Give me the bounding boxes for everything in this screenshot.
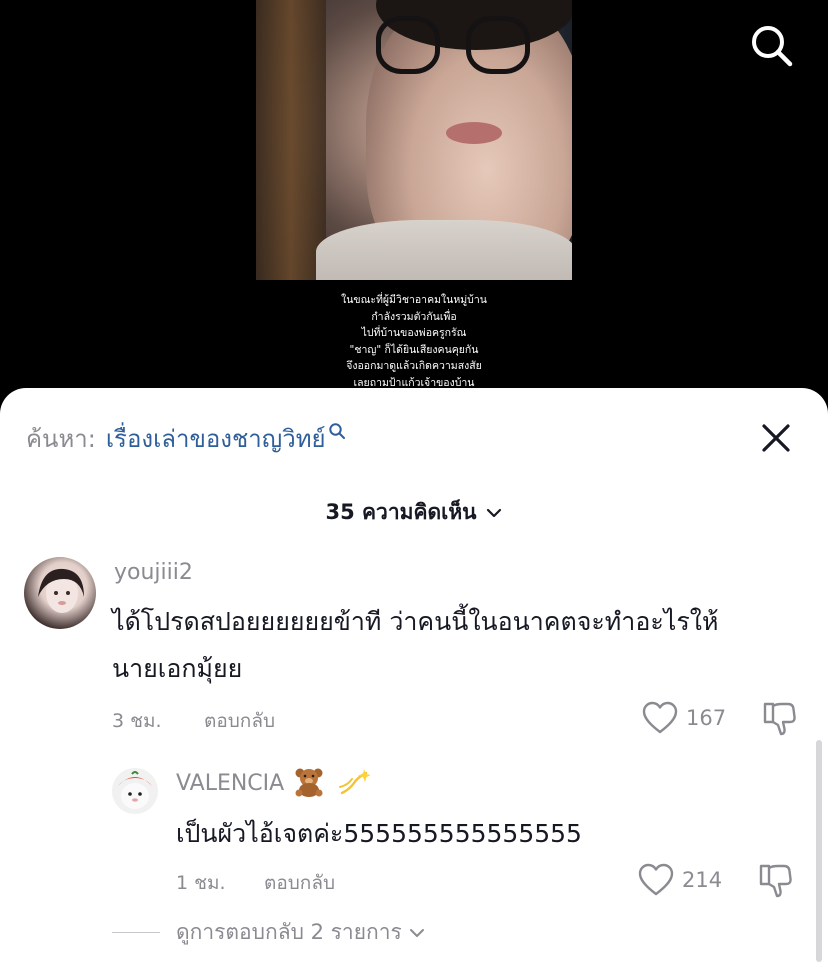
reply-button[interactable]: ตอบกลับ (264, 868, 335, 898)
dizzy-icon (339, 769, 371, 795)
reply-item: VALENCIA เป็นผัวไอ้เจตค่ะ555555555555555… (0, 388, 828, 908)
caption-line: จึงออกมาดูแล้วเกิดความสงสัย (346, 360, 482, 372)
video-caption: ในขณะที่ผู้มีวิชาอาคมในหมู่บ้าน กำลังรวม… (300, 292, 528, 391)
scrollbar[interactable] (816, 740, 822, 962)
video-player[interactable]: ในขณะที่ผู้มีวิชาอาคมในหมู่บ้าน กำลังรวม… (0, 0, 828, 400)
dislike-icon[interactable] (756, 862, 794, 900)
like-count: 214 (682, 868, 723, 892)
heart-icon (638, 863, 674, 896)
search-icon[interactable] (748, 22, 794, 68)
reply-timestamp: 1 ชม. (176, 872, 226, 894)
reply-username[interactable]: VALENCIA (176, 768, 371, 797)
like-button[interactable]: 214 (638, 863, 722, 897)
caption-line: "ชาญ" ก็ได้ยินเสียงคนคุยกัน (349, 343, 479, 356)
comments-sheet: ค้นหา: เรื่องเล่าของชาญวิทย์ 35 ความคิดเ… (0, 388, 828, 975)
teddy-bear-icon (295, 768, 323, 797)
view-replies-button[interactable]: ดูการตอบกลับ 2 รายการ (112, 916, 426, 949)
chevron-down-icon (409, 928, 424, 937)
caption-line: ในขณะที่ผู้มีวิชาอาคมในหมู่บ้าน (341, 294, 487, 306)
video-thumbnail (256, 0, 572, 280)
reply-text: เป็นผัวไอ้เจตค่ะ555555555555555 (176, 819, 582, 848)
caption-line: ไปที่บ้านของพ่อครูกรัณ (361, 327, 467, 339)
view-replies-label: ดูการตอบกลับ 2 รายการ (176, 920, 402, 944)
reply-username-text: VALENCIA (176, 771, 285, 796)
avatar[interactable] (112, 768, 158, 814)
caption-line: กำลังรวมตัวกันเพื่อ (371, 310, 457, 323)
divider-line (112, 932, 160, 933)
